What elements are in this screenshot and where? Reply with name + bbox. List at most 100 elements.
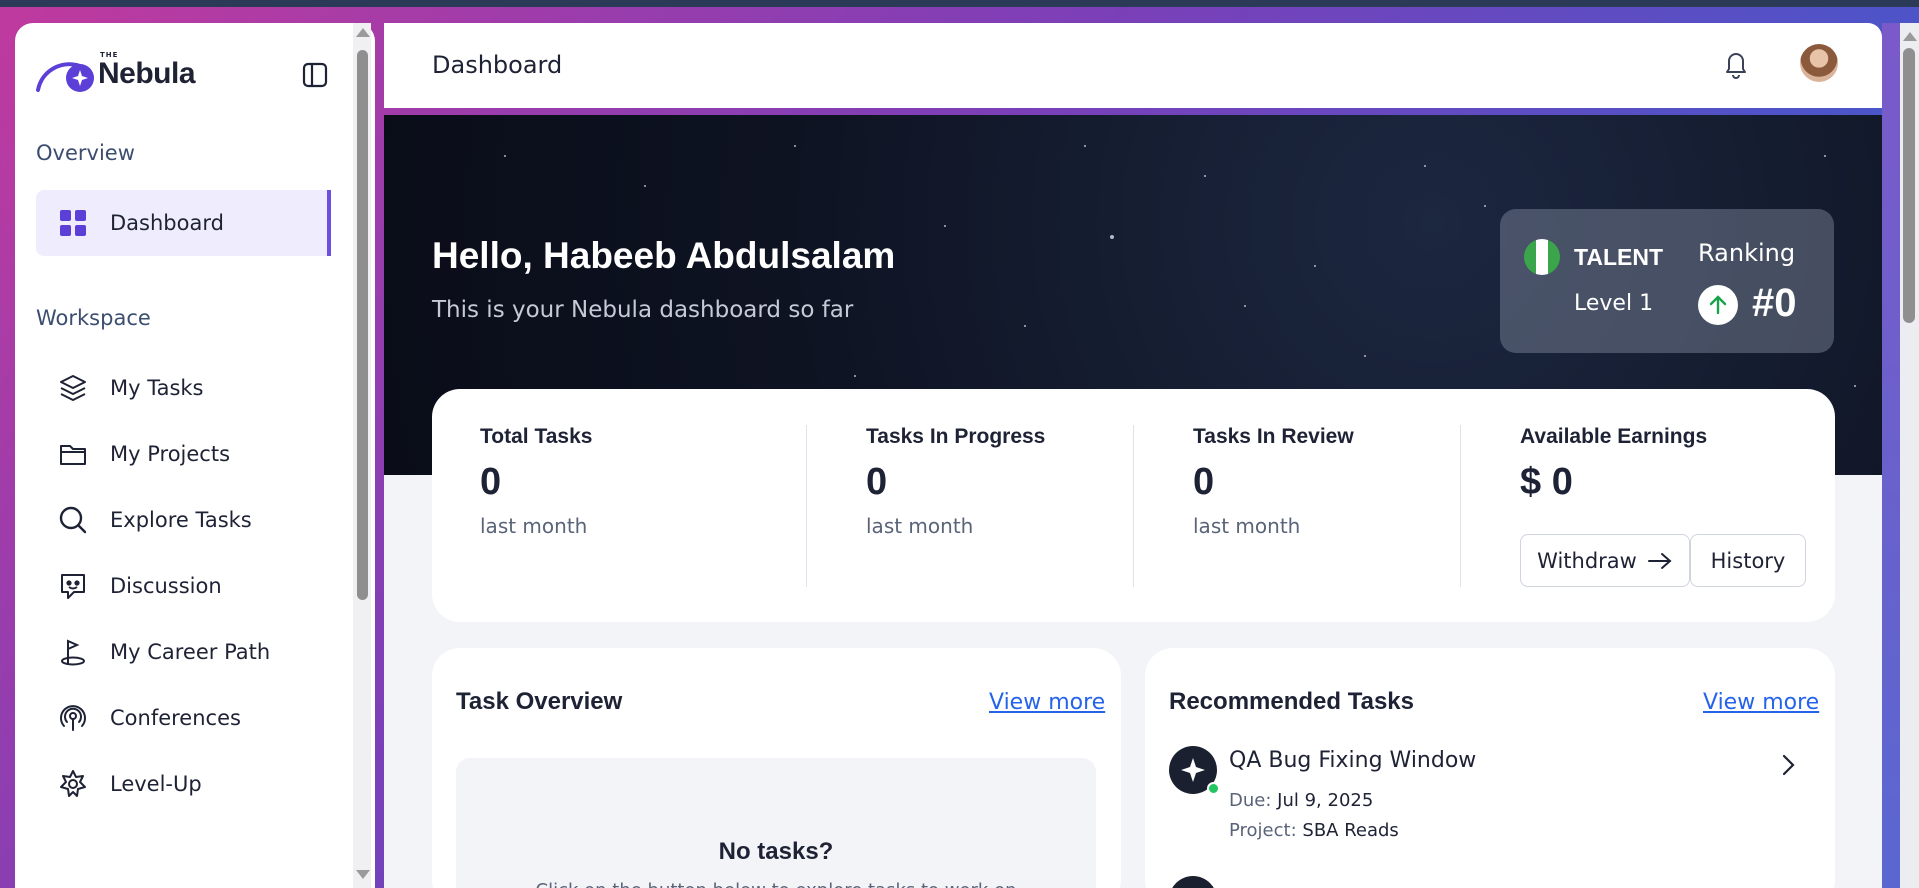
arrow-up-icon xyxy=(1698,285,1738,325)
stats-card: Total Tasks 0 last month Tasks In Progre… xyxy=(432,389,1835,622)
stat-divider xyxy=(1460,425,1461,587)
talent-badge: TALENT xyxy=(1574,244,1664,270)
nebula-logo[interactable]: THE Nebula xyxy=(36,51,196,92)
star-dot xyxy=(644,185,646,187)
sidebar-item-level-up[interactable]: Level-Up xyxy=(36,751,331,817)
search-icon xyxy=(58,505,88,535)
sidebar-item-dashboard[interactable]: Dashboard xyxy=(36,190,331,256)
task-overview-panel: Task Overview View more No tasks? Click … xyxy=(432,648,1121,888)
star-dot xyxy=(1110,235,1114,239)
stat-divider xyxy=(806,425,807,587)
logo-name: Nebula xyxy=(98,57,196,90)
star-dot xyxy=(1084,145,1086,147)
star-dot xyxy=(1364,355,1366,357)
section-label-workspace: Workspace xyxy=(36,306,151,330)
sidebar-item-label: Dashboard xyxy=(110,211,224,235)
stat-label: Tasks In Review xyxy=(1193,425,1354,448)
sidebar-item-my-projects[interactable]: My Projects xyxy=(36,421,331,487)
page-scroll-up-arrow[interactable] xyxy=(1903,32,1917,41)
arrow-right-icon xyxy=(1647,552,1672,569)
stat-tasks-in-progress: Tasks In Progress 0 last month xyxy=(866,425,1045,538)
star-dot xyxy=(1824,155,1826,157)
task-due: Due: Jul 9, 2025 xyxy=(1229,790,1373,811)
stat-period: last month xyxy=(866,514,974,538)
sidebar-item-label: Explore Tasks xyxy=(110,508,252,532)
empty-state: No tasks? Click on the button below to e… xyxy=(456,758,1096,888)
chevron-right-icon[interactable] xyxy=(1777,752,1799,778)
star-dot xyxy=(1424,165,1426,167)
stat-label: Available Earnings xyxy=(1520,425,1708,448)
star-dot xyxy=(944,225,946,227)
star-dot xyxy=(1244,305,1246,307)
page-scroll-thumb[interactable] xyxy=(1903,48,1915,323)
task-overview-title: Task Overview xyxy=(456,688,623,715)
ranking-card: TALENT Level 1 Ranking #0 xyxy=(1500,209,1834,353)
recommended-tasks-title: Recommended Tasks xyxy=(1169,688,1414,715)
project-label: Project: xyxy=(1229,820,1297,841)
stat-value: 0 xyxy=(480,461,502,503)
stat-label: Total Tasks xyxy=(480,425,593,448)
section-label-overview: Overview xyxy=(36,141,135,165)
history-button[interactable]: History xyxy=(1690,534,1806,587)
sidebar-item-label: My Projects xyxy=(110,442,231,466)
chat-bot-icon xyxy=(58,571,88,601)
empty-state-title: No tasks? xyxy=(718,838,834,865)
withdraw-button[interactable]: Withdraw xyxy=(1520,534,1690,587)
task-overview-view-more-link[interactable]: View more xyxy=(989,690,1105,715)
folder-icon xyxy=(58,439,88,469)
online-status-dot xyxy=(1207,782,1220,795)
recommended-tasks-panel: Recommended Tasks View more QA Bug Fixin… xyxy=(1145,648,1835,888)
task-project: Project: SBA Reads xyxy=(1229,820,1399,841)
star-dot xyxy=(1204,175,1206,177)
sidebar-item-explore-tasks[interactable]: Explore Tasks xyxy=(36,487,331,553)
sidebar-toggle-icon xyxy=(302,62,328,88)
sidebar-item-label: My Career Path xyxy=(110,640,271,664)
stat-value: $ 0 xyxy=(1520,461,1573,503)
collapse-sidebar-button[interactable] xyxy=(302,62,328,88)
withdraw-label: Withdraw xyxy=(1537,548,1637,573)
stat-tasks-in-review: Tasks In Review 0 last month xyxy=(1193,425,1354,538)
logo-prefix: THE xyxy=(100,51,119,59)
sidebar-item-discussion[interactable]: Discussion xyxy=(36,553,331,619)
star-badge-icon xyxy=(58,769,88,799)
nebula-logo-icon xyxy=(36,56,94,92)
ranking-label: Ranking xyxy=(1698,239,1796,267)
sidebar-scroll-up-arrow[interactable] xyxy=(356,28,370,37)
sidebar-item-label: Level-Up xyxy=(110,772,202,796)
recommended-view-more-link[interactable]: View more xyxy=(1703,690,1819,715)
star-dot xyxy=(1854,385,1856,387)
ranking-value: #0 xyxy=(1752,281,1797,325)
sidebar-item-label: Conferences xyxy=(110,706,241,730)
sidebar-item-label: Discussion xyxy=(110,574,222,598)
nigeria-flag-icon xyxy=(1524,239,1560,275)
sidebar-scroll-down-arrow[interactable] xyxy=(356,870,370,879)
star-dot xyxy=(1314,265,1316,267)
career-path-icon xyxy=(58,637,88,667)
stat-value: 0 xyxy=(866,461,888,503)
task-avatar-partial xyxy=(1169,876,1217,888)
page-title: Dashboard xyxy=(432,51,563,79)
window-top-bar xyxy=(0,0,1919,7)
greeting-heading: Hello, Habeeb Abdulsalam xyxy=(432,235,896,276)
sidebar-scroll-thumb[interactable] xyxy=(357,50,368,600)
star-dot xyxy=(1484,205,1486,207)
user-avatar[interactable] xyxy=(1800,44,1838,82)
sidebar-item-my-tasks[interactable]: My Tasks xyxy=(36,355,331,421)
sidebar-item-my-career-path[interactable]: My Career Path xyxy=(36,619,331,685)
empty-state-subtitle: Click on the button below to explore tas… xyxy=(456,880,1096,888)
sidebar-item-label: My Tasks xyxy=(110,376,204,400)
recommended-task-title[interactable]: QA Bug Fixing Window xyxy=(1229,748,1476,773)
stat-period: last month xyxy=(480,514,588,538)
stat-value: 0 xyxy=(1193,461,1215,503)
stat-period: last month xyxy=(1193,514,1301,538)
stat-total-tasks: Total Tasks 0 last month xyxy=(480,425,592,538)
sidebar-item-conferences[interactable]: Conferences xyxy=(36,685,331,751)
layers-icon xyxy=(58,373,88,403)
grid-icon xyxy=(58,208,88,238)
greeting-subtitle: This is your Nebula dashboard so far xyxy=(432,297,854,323)
project-name: SBA Reads xyxy=(1302,820,1399,841)
stat-divider xyxy=(1133,425,1134,587)
top-header: Dashboard xyxy=(384,23,1882,108)
notifications-bell-icon[interactable] xyxy=(1721,47,1751,79)
talent-level: Level 1 xyxy=(1574,291,1654,316)
